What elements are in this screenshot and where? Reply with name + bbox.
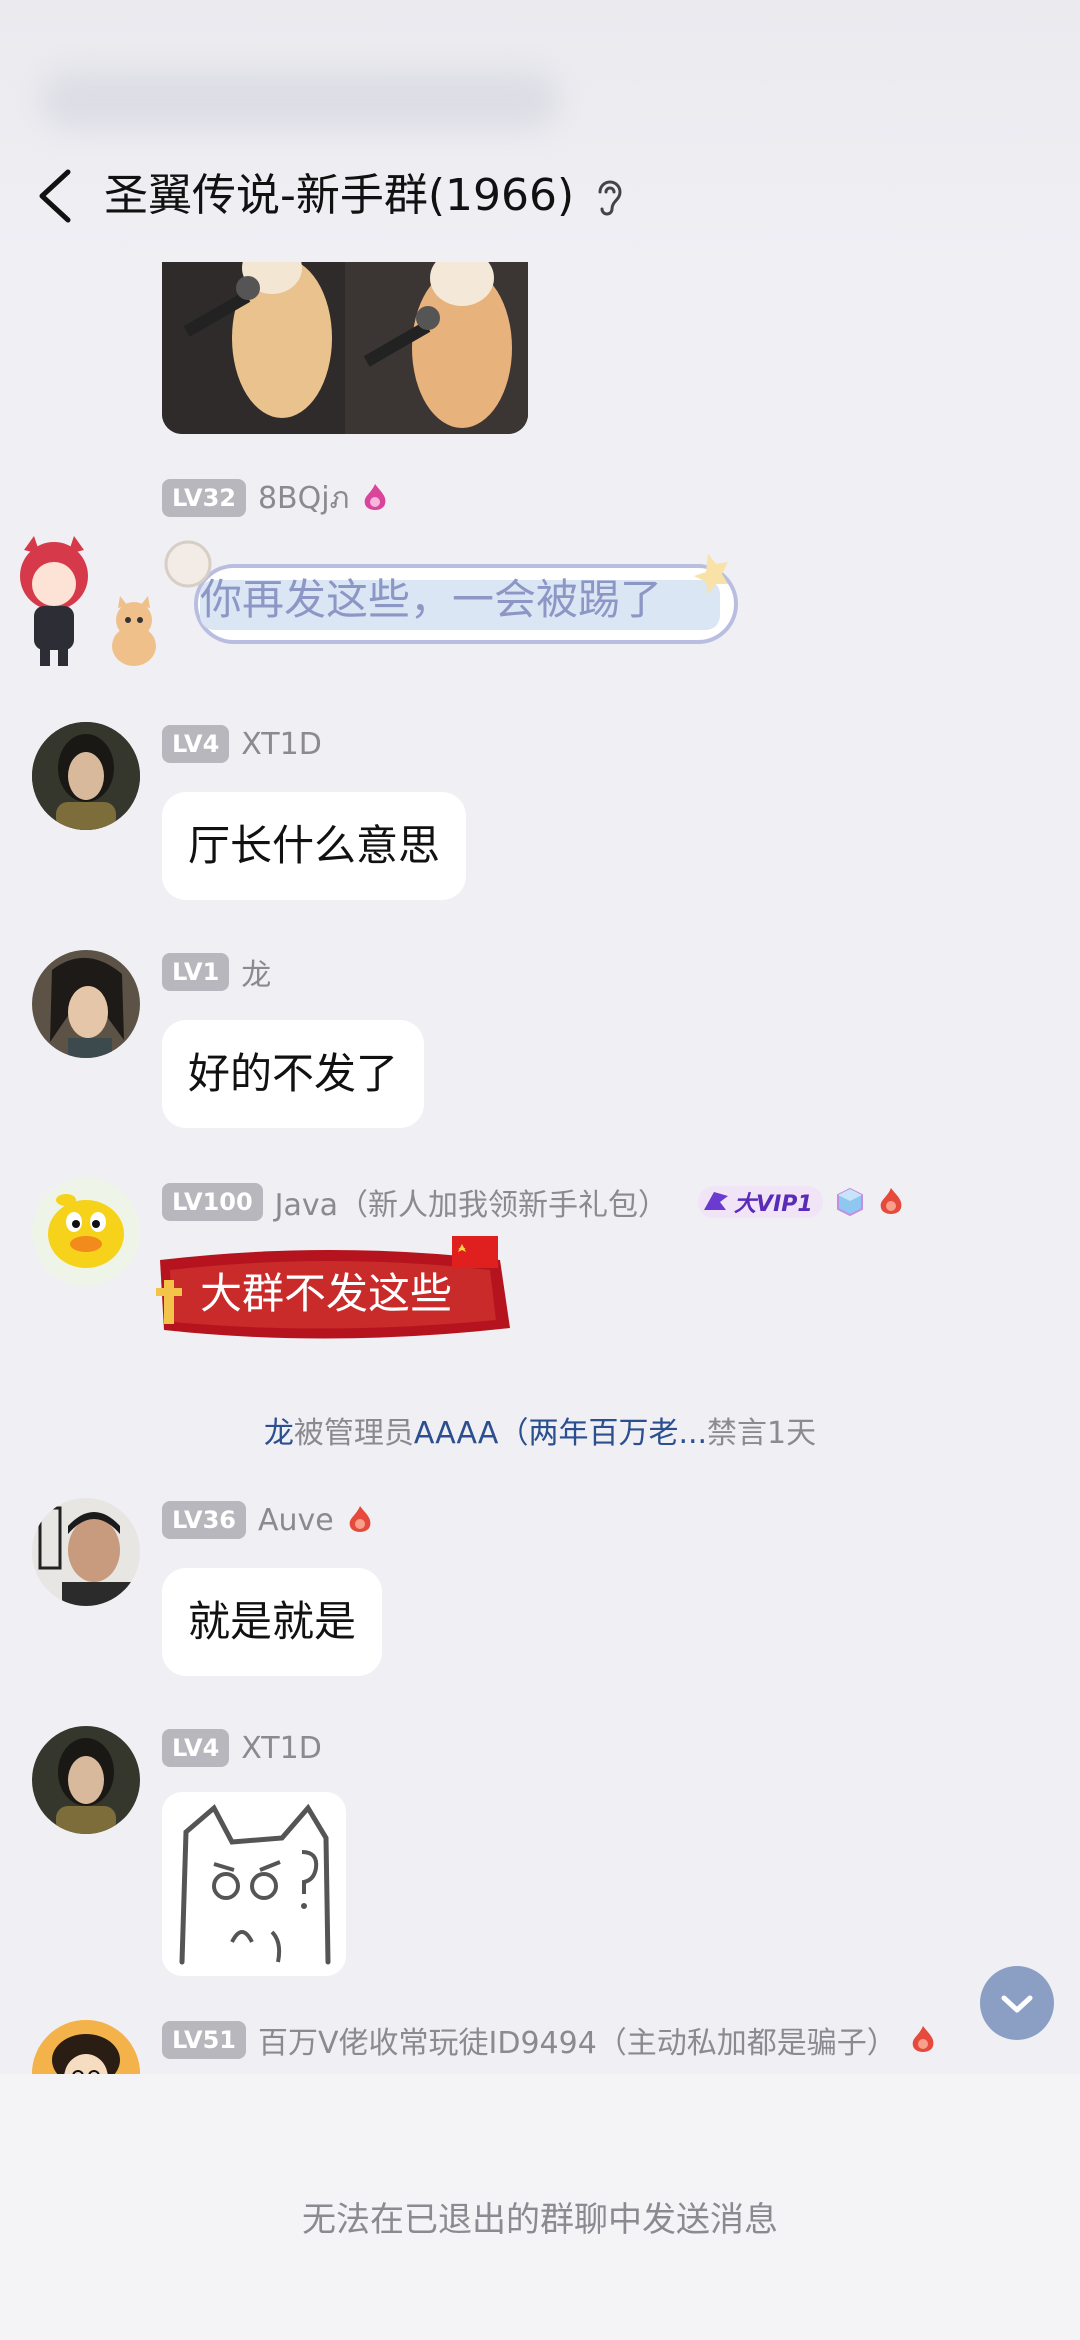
avatar[interactable]: [32, 1178, 140, 1286]
chevron-down-icon: [1001, 1995, 1033, 2036]
nickname[interactable]: 8BQjภ: [258, 475, 349, 522]
red-banner-bubble[interactable]: 大群不发这些: [150, 1230, 530, 1356]
avatar[interactable]: [32, 1498, 140, 1606]
back-arrow-icon[interactable]: [34, 166, 78, 226]
avatar-photo: [32, 1726, 140, 1834]
confused-cat-icon: [179, 1803, 331, 1965]
flame-badge-icon: [349, 1506, 371, 1532]
level-badge: LV36: [162, 1501, 246, 1539]
level-badge: LV4: [162, 725, 230, 763]
nickname[interactable]: Auve: [258, 1503, 334, 1538]
nickname[interactable]: 百万V佬收常玩徒ID9494（主动私加都是骗子）: [258, 2018, 897, 2062]
level-badge: LV4: [162, 1729, 230, 1767]
message-text: 大群不发这些: [200, 1269, 453, 1318]
group-title[interactable]: 圣翼传说-新手群(1966): [104, 164, 574, 228]
level-badge: LV51: [162, 2021, 246, 2059]
system-notice: 龙被管理员AAAA（两年百万老...禁言1天: [0, 1408, 1080, 1452]
nickname[interactable]: 龙: [241, 950, 271, 994]
notice-action: 被管理员: [293, 1416, 414, 1451]
message-text: 你再发这些，一会被踢了: [200, 575, 663, 624]
muted-user-link[interactable]: 龙: [264, 1416, 294, 1451]
kitten-sticker-icon: [112, 596, 156, 666]
message-bubble[interactable]: 好的不发了: [162, 1020, 425, 1128]
cannot-send-notice: 无法在已退出的群聊中发送消息: [302, 2200, 778, 2240]
vip-badge[interactable]: 大VIP1: [698, 1186, 823, 1218]
level-badge: LV100: [162, 1183, 263, 1221]
cube-badge-icon: [836, 1187, 863, 1217]
anime-girl-avatar[interactable]: [4, 536, 104, 670]
message-meta: LV51 百万V佬收常玩徒ID9494（主动私加都是骗子）: [162, 2018, 937, 2062]
flame-badge-icon: [365, 484, 386, 510]
notice-result: 禁言1天: [707, 1416, 817, 1451]
confused-cat-sticker[interactable]: [162, 1792, 346, 1976]
nickname[interactable]: XT1D: [241, 1731, 322, 1766]
avatar-photo: [32, 722, 140, 830]
status-bar-blur: [40, 70, 560, 130]
message-meta: LV100 Java（新人加我领新手礼包） 大VIP1: [162, 1180, 905, 1224]
ear-icon[interactable]: [592, 176, 628, 218]
chat-header: 圣翼传说-新手群(1966): [0, 0, 1080, 262]
level-badge: LV1: [162, 953, 230, 991]
message-meta: LV36 Auve: [162, 1500, 374, 1540]
flame-badge-icon: [880, 1188, 902, 1214]
vip-wing-icon: [704, 1192, 729, 1210]
message-meta: LV4 XT1D: [162, 1728, 322, 1768]
message-bubble[interactable]: 就是就是: [162, 1568, 383, 1676]
message-bubble[interactable]: 厅长什么意思: [162, 792, 467, 900]
admin-link[interactable]: AAAA（两年百万老...: [414, 1416, 707, 1451]
vip-label: 大VIP1: [734, 1192, 813, 1217]
avatar[interactable]: [32, 950, 140, 1058]
input-disabled-bar: 无法在已退出的群聊中发送消息: [0, 2074, 1080, 2340]
nickname[interactable]: Java（新人加我领新手礼包）: [275, 1180, 668, 1224]
level-badge: LV32: [162, 479, 246, 517]
avatar[interactable]: [32, 1726, 140, 1834]
message-meta: LV4 XT1D: [162, 724, 322, 764]
message-meta: LV1 龙: [162, 950, 271, 994]
message-meta: LV32 8BQjภ: [162, 478, 389, 518]
yellow-duck-avatar: [32, 1178, 140, 1286]
avatar[interactable]: [32, 722, 140, 830]
cat-image[interactable]: [162, 248, 528, 434]
nickname[interactable]: XT1D: [241, 727, 322, 762]
avatar-photo: [32, 1498, 140, 1606]
flame-badge-icon: [912, 2026, 934, 2052]
decorated-bubble[interactable]: 你再发这些，一会被踢了: [148, 540, 748, 660]
scroll-to-bottom-button[interactable]: [980, 1966, 1054, 2040]
avatar-photo: [32, 950, 140, 1058]
cat-microphone-picture: [162, 248, 528, 434]
